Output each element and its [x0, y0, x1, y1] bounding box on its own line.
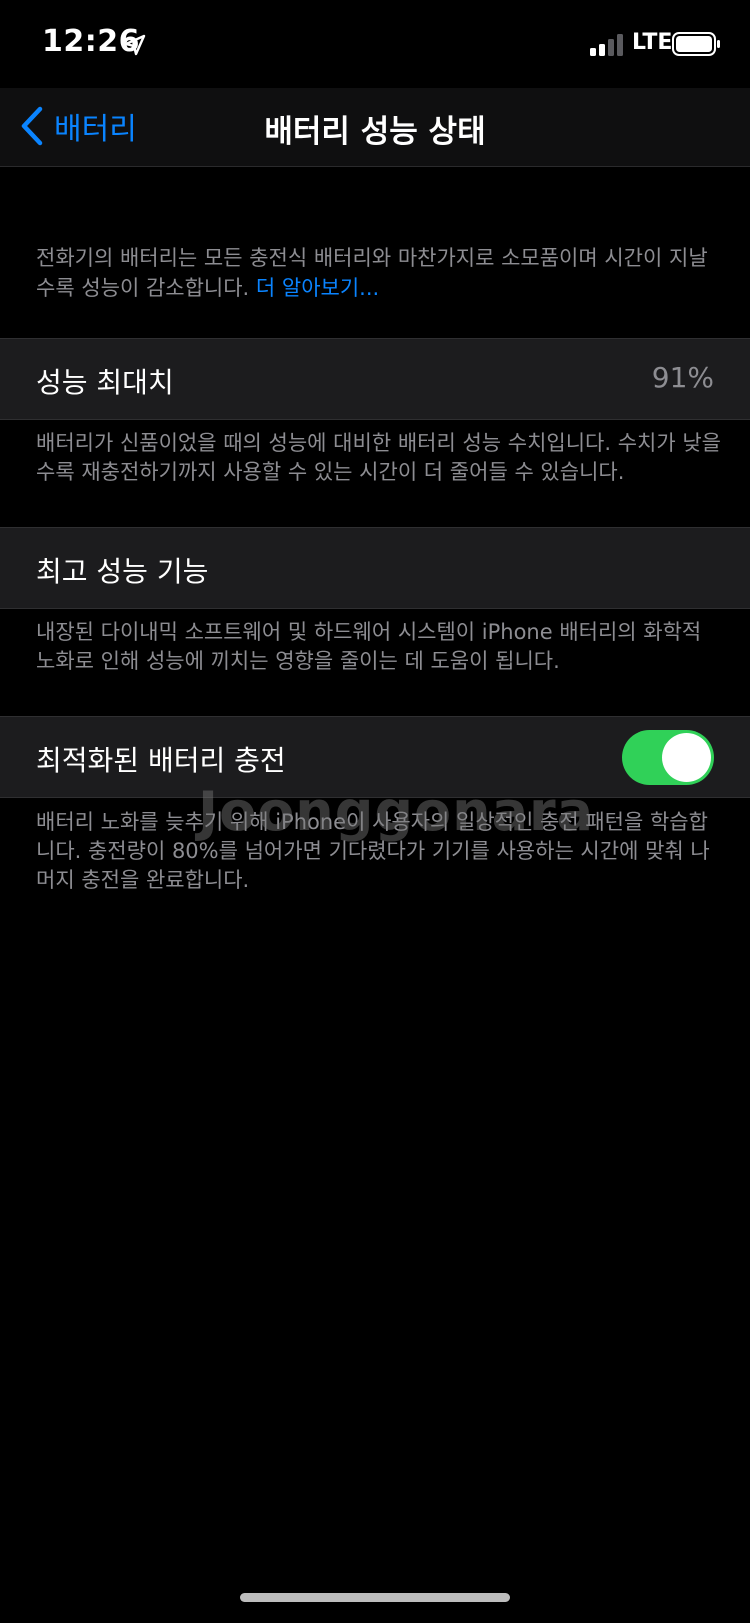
max-capacity-footer: 배터리가 신품이었을 때의 성능에 대비한 배터리 성능 수치입니다. 수치가 …: [36, 431, 721, 484]
peak-performance-footer: 내장된 다이내믹 소프트웨어 및 하드웨어 시스템이 iPhone 배터리의 화…: [36, 620, 702, 673]
optimized-charging-label: 최적화된 배터리 충전: [36, 744, 286, 777]
network-label: LTE: [632, 30, 673, 55]
location-arrow-icon: [124, 34, 146, 56]
page-title: 배터리 성능 상태: [264, 114, 486, 150]
optimized-charging-toggle[interactable]: [622, 730, 714, 785]
optimized-charging-footer: 배터리 노화를 늦추기 위해 iPhone이 사용자의 일상적인 충전 패턴을 …: [36, 810, 710, 892]
navigation-bar: 배터리 배터리 성능 상태: [0, 88, 750, 167]
peak-performance-label: 최고 성능 기능: [36, 555, 209, 588]
toggle-knob: [662, 733, 711, 782]
home-indicator[interactable]: [240, 1593, 510, 1602]
battery-icon: [672, 32, 720, 56]
max-capacity-cell: 성능 최대치 91%: [0, 338, 750, 420]
intro-text: 전화기의 배터리는 모든 충전식 배터리와 마찬가지로 소모품이며 시간이 지날…: [36, 243, 716, 303]
optimized-charging-cell: 최적화된 배터리 충전: [0, 716, 750, 798]
max-capacity-value: 91%: [651, 361, 714, 394]
signal-bars-icon: [590, 34, 623, 56]
max-capacity-label: 성능 최대치: [36, 366, 174, 399]
learn-more-link[interactable]: 더 알아보기...: [256, 276, 379, 300]
peak-performance-cell: 최고 성능 기능: [0, 527, 750, 609]
status-bar: 12:26 LTE: [0, 0, 750, 88]
